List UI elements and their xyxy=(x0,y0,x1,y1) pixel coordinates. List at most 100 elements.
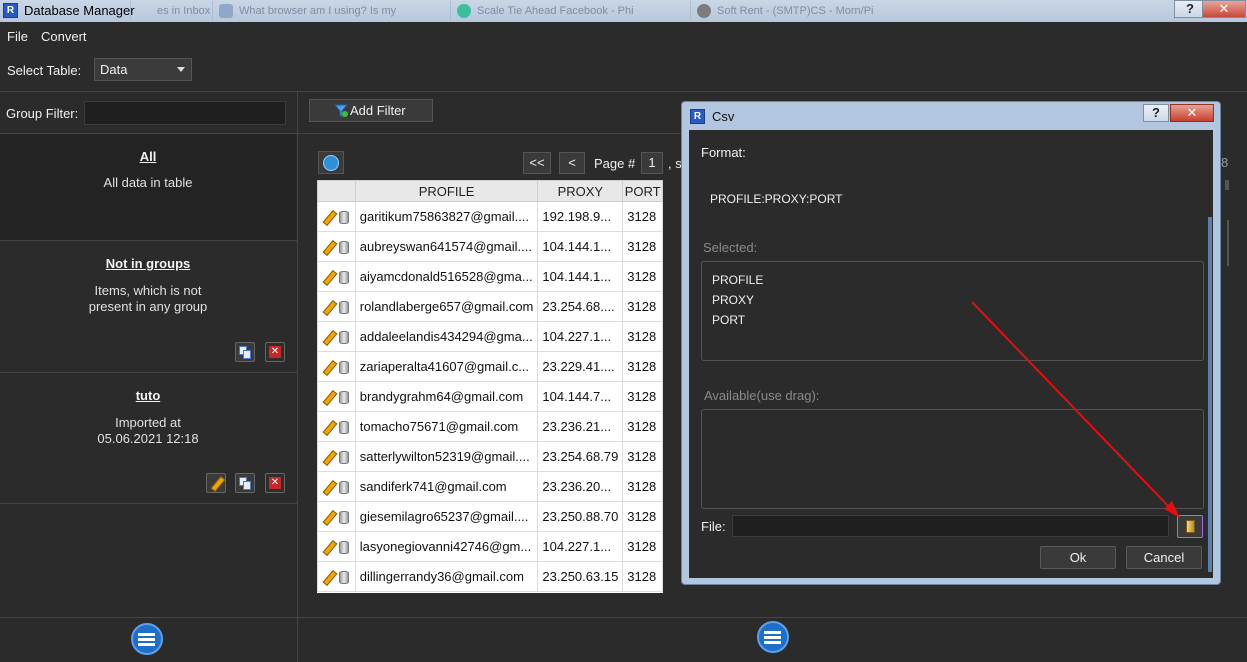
table-cell[interactable]: 3128 xyxy=(622,561,663,592)
database-icon[interactable] xyxy=(339,451,349,465)
table-row[interactable]: addaleelandis434294@gma... 104.227.1... 31… xyxy=(317,321,663,352)
table-row[interactable]: garitikum75863827@gmail.... 192.198.9... 3… xyxy=(317,201,663,232)
table-row[interactable]: rolandlaberge657@gmail.com 23.254.68.... 3… xyxy=(317,291,663,322)
table-cell[interactable]: aubreyswan641574@gmail.... xyxy=(354,231,539,262)
first-page-button[interactable]: << xyxy=(523,152,551,174)
table-cell[interactable]: satterlywilton52319@gmail.... xyxy=(354,441,539,472)
refresh-button[interactable] xyxy=(318,151,344,174)
browser-tab-2[interactable]: What browser am I using? Is my xyxy=(212,1,447,21)
pencil-icon[interactable] xyxy=(323,241,335,254)
table-cell[interactable]: 23.229.41.... xyxy=(537,351,624,382)
table-cell[interactable]: 192.198.9... xyxy=(537,201,624,232)
database-icon[interactable] xyxy=(339,511,349,525)
select-table-dropdown[interactable]: Data xyxy=(94,58,192,81)
close-button[interactable]: ✕ xyxy=(1202,0,1246,18)
table-cell[interactable]: 23.254.68.79 xyxy=(537,441,624,472)
group-card-all[interactable]: All All data in table xyxy=(0,134,296,240)
list-item[interactable]: PORT xyxy=(712,313,745,327)
pencil-icon[interactable] xyxy=(323,421,335,434)
group-card-tuto[interactable]: tuto Imported at 05.06.2021 12:18 ✕ xyxy=(0,373,296,503)
scrollbar-track[interactable] xyxy=(1227,220,1229,266)
database-icon[interactable] xyxy=(339,301,349,315)
browser-tab-4[interactable]: Soft Rent - (SMTP)CS - Morn/Pi xyxy=(690,1,920,21)
prev-page-button[interactable]: < xyxy=(559,152,585,174)
pencil-icon[interactable] xyxy=(323,511,335,524)
table-cell[interactable]: 3128 xyxy=(622,231,663,262)
database-icon[interactable] xyxy=(339,361,349,375)
list-item[interactable]: PROXY xyxy=(712,293,754,307)
group-filter-input[interactable] xyxy=(84,101,286,125)
browser-tab-1[interactable]: es in Inbox) - xyxy=(130,1,210,21)
database-icon[interactable] xyxy=(339,571,349,585)
database-icon[interactable] xyxy=(339,241,349,255)
pencil-icon[interactable] xyxy=(323,451,335,464)
table-row[interactable]: satterlywilton52319@gmail.... 23.254.68.7… xyxy=(317,441,663,472)
file-path-input[interactable] xyxy=(732,515,1169,537)
group-card-not-in-groups[interactable]: Not in groups Items, which is not presen… xyxy=(0,241,296,372)
list-icon[interactable] xyxy=(757,621,789,653)
table-cell[interactable]: 3128 xyxy=(622,261,663,292)
table-cell[interactable]: 23.250.63.15 xyxy=(537,561,624,592)
dialog-scrollbar[interactable] xyxy=(1208,217,1212,572)
database-icon[interactable] xyxy=(339,271,349,285)
database-icon[interactable] xyxy=(339,211,349,225)
table-cell[interactable]: 3128 xyxy=(622,441,663,472)
database-icon[interactable] xyxy=(339,391,349,405)
table-cell[interactable]: 23.254.68.... xyxy=(537,291,624,322)
pencil-icon[interactable] xyxy=(323,301,335,314)
database-icon[interactable] xyxy=(339,481,349,495)
table-row[interactable]: tomacho75671@gmail.com 23.236.21... 3128 xyxy=(317,411,663,442)
browse-file-button[interactable] xyxy=(1177,515,1203,538)
copy-button[interactable] xyxy=(235,473,255,493)
table-cell[interactable]: tomacho75671@gmail.com xyxy=(354,411,539,442)
scrollbar[interactable] xyxy=(1225,180,1229,190)
available-fields-list[interactable] xyxy=(701,409,1204,509)
table-row[interactable]: giesemilagro65237@gmail.... 23.250.88.70 3… xyxy=(317,501,663,532)
add-filter-button[interactable]: Add Filter xyxy=(309,99,433,122)
table-cell[interactable]: 104.144.1... xyxy=(537,231,624,262)
table-cell[interactable]: 3128 xyxy=(622,321,663,352)
table-row[interactable]: brandygrahm64@gmail.com 104.144.7... 3128 xyxy=(317,381,663,412)
list-item[interactable]: PROFILE xyxy=(712,273,763,287)
table-cell[interactable]: 3128 xyxy=(622,471,663,502)
table-row[interactable]: lasyonegiovanni42746@gm... 104.227.1... 31… xyxy=(317,531,663,562)
table-cell[interactable]: 3128 xyxy=(622,381,663,412)
pencil-icon[interactable] xyxy=(323,361,335,374)
table-row[interactable]: sandiferk741@gmail.com 23.236.20... 3128 xyxy=(317,471,663,502)
table-cell[interactable]: brandygrahm64@gmail.com xyxy=(354,381,539,412)
table-cell[interactable]: sandiferk741@gmail.com xyxy=(354,471,539,502)
pencil-icon[interactable] xyxy=(323,541,335,554)
copy-button[interactable] xyxy=(235,342,255,362)
database-icon[interactable] xyxy=(339,331,349,345)
list-icon[interactable] xyxy=(131,623,163,655)
table-cell[interactable]: 104.227.1... xyxy=(537,321,624,352)
pencil-icon[interactable] xyxy=(323,211,335,224)
table-cell[interactable]: 23.236.21... xyxy=(537,411,624,442)
table-cell[interactable]: garitikum75863827@gmail.... xyxy=(354,201,539,232)
selected-fields-list[interactable]: PROFILE PROXY PORT xyxy=(701,261,1204,361)
menu-file[interactable]: File xyxy=(7,29,28,44)
table-cell[interactable]: 3128 xyxy=(622,351,663,382)
column-header[interactable]: PROXY xyxy=(537,180,624,202)
table-cell[interactable]: 104.144.1... xyxy=(537,261,624,292)
table-row[interactable]: dillingerrandy36@gmail.com 23.250.63.15 31… xyxy=(317,561,663,592)
table-cell[interactable]: rolandlaberge657@gmail.com xyxy=(354,291,539,322)
dialog-help-button[interactable]: ? xyxy=(1143,104,1169,122)
dialog-close-button[interactable]: ✕ xyxy=(1170,104,1214,122)
delete-button[interactable]: ✕ xyxy=(265,342,285,362)
browser-tab-3[interactable]: Scale Tie Ahead Facebook - Phi xyxy=(450,1,685,21)
table-cell[interactable]: 3128 xyxy=(622,201,663,232)
table-cell[interactable]: 3128 xyxy=(622,531,663,562)
menu-convert[interactable]: Convert xyxy=(41,29,87,44)
table-cell[interactable]: dillingerrandy36@gmail.com xyxy=(354,561,539,592)
table-cell[interactable]: 104.144.7... xyxy=(537,381,624,412)
pencil-icon[interactable] xyxy=(323,271,335,284)
page-number-input[interactable]: 1 xyxy=(641,152,663,174)
pencil-icon[interactable] xyxy=(323,331,335,344)
table-cell[interactable]: 23.250.88.70 xyxy=(537,501,624,532)
table-cell[interactable]: giesemilagro65237@gmail.... xyxy=(354,501,539,532)
database-icon[interactable] xyxy=(339,541,349,555)
pencil-icon[interactable] xyxy=(323,481,335,494)
pencil-icon[interactable] xyxy=(323,391,335,404)
column-header[interactable]: PROFILE xyxy=(354,180,539,202)
